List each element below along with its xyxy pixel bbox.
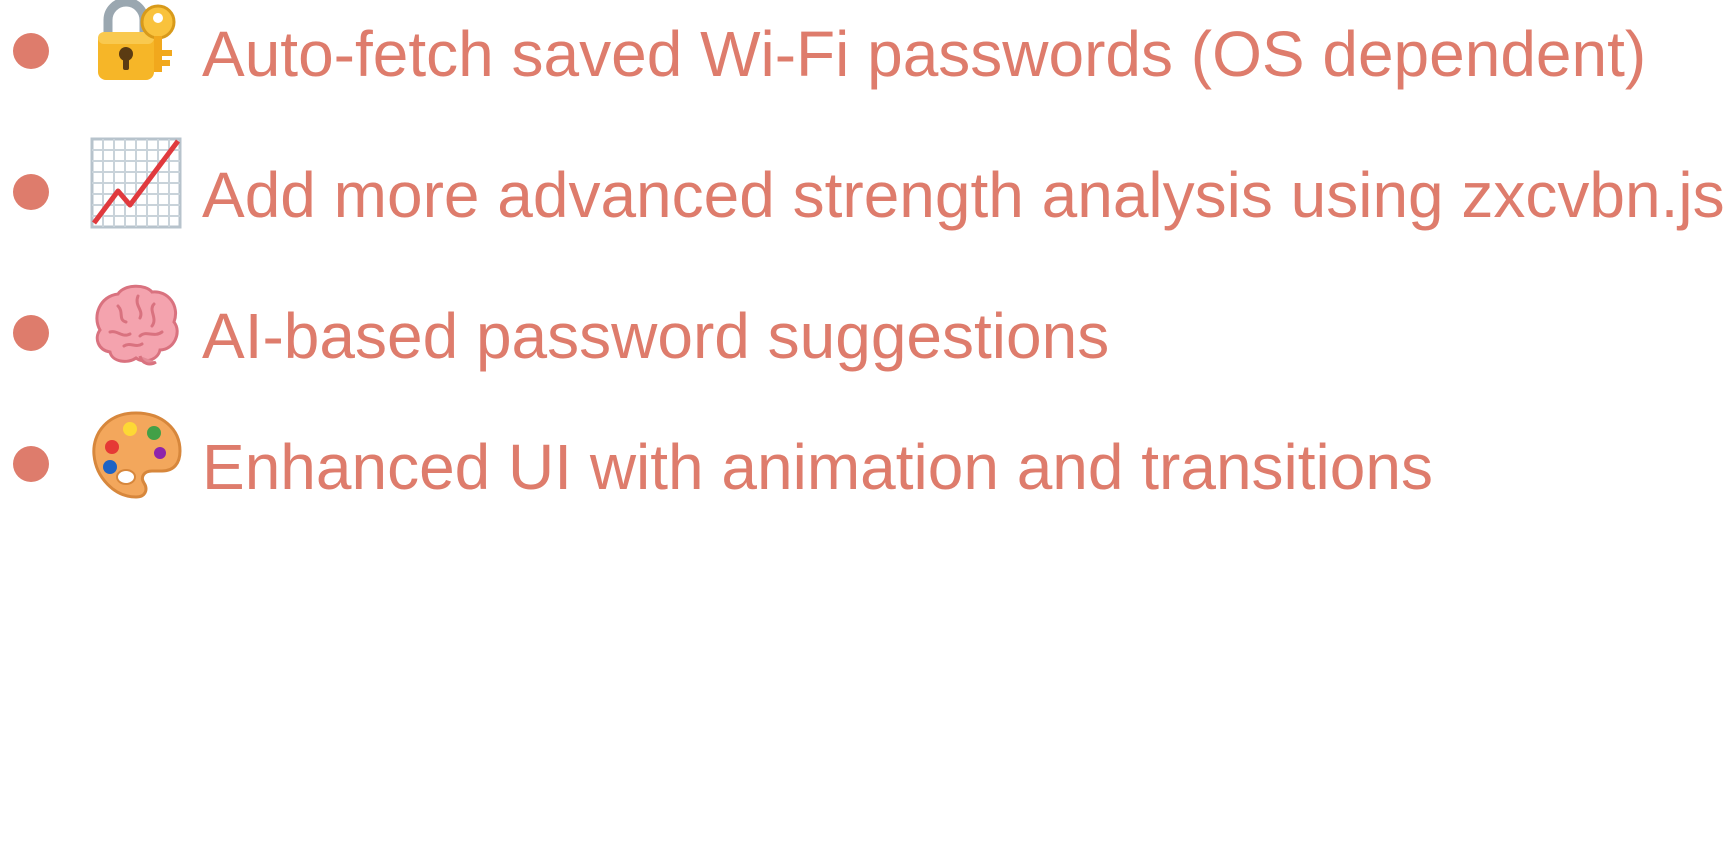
bullet [13, 33, 49, 69]
list-item: AI-based password suggestions [0, 276, 1725, 394]
bullet [13, 174, 49, 210]
locked-with-key-icon [88, 0, 184, 90]
list-item-text: AI-based password suggestions [202, 300, 1110, 372]
list-item: Auto-fetch saved Wi-Fi passwords (OS dep… [0, 0, 1725, 112]
artist-palette-icon [88, 407, 184, 503]
list-item-text: Enhanced UI with animation and transitio… [202, 431, 1433, 503]
list-item-text: Add more advanced strength analysis usin… [202, 159, 1725, 231]
bullet [13, 446, 49, 482]
chart-increasing-icon [88, 135, 184, 231]
list-item-text: Auto-fetch saved Wi-Fi passwords (OS dep… [202, 18, 1647, 90]
list-item: Enhanced UI with animation and transitio… [0, 407, 1725, 525]
list-item: Add more advanced strength analysis usin… [0, 135, 1725, 253]
brain-icon [88, 276, 184, 372]
feature-list: Auto-fetch saved Wi-Fi passwords (OS dep… [0, 0, 1725, 525]
bullet [13, 315, 49, 351]
